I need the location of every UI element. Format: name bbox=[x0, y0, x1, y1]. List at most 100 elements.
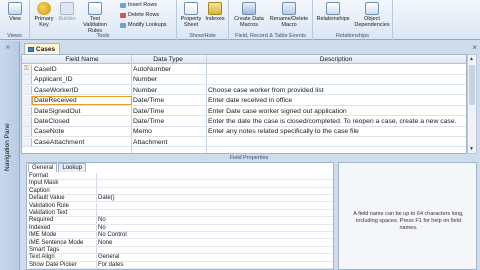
property-row[interactable]: Validation Rule bbox=[28, 202, 333, 210]
field-name-cell[interactable]: CaseWorkerID bbox=[34, 87, 130, 94]
description-cell[interactable]: Enter the date the case is closed/comple… bbox=[208, 118, 464, 125]
table-row[interactable]: DateReceived Date/Time Enter date received… bbox=[22, 96, 466, 106]
property-divider bbox=[96, 217, 97, 224]
description-cell[interactable]: Enter Date case worker signed out applic… bbox=[208, 108, 464, 115]
data-type-cell[interactable]: Attachment bbox=[133, 139, 203, 146]
data-type-cell[interactable]: Date/Time bbox=[133, 118, 203, 125]
table-row[interactable]: CaseAttachment Attachment bbox=[22, 137, 466, 148]
lookups-icon bbox=[120, 22, 126, 28]
indexes-button[interactable]: Indexes bbox=[204, 2, 226, 22]
description-cell[interactable]: Enter date received in office bbox=[208, 97, 464, 104]
property-value[interactable]: No bbox=[98, 217, 106, 223]
property-divider bbox=[96, 224, 97, 231]
view-button[interactable]: View bbox=[4, 2, 26, 22]
property-row[interactable]: Default Value Date() bbox=[28, 195, 333, 203]
ribbon: View Views Primary Key Builder Test Vali… bbox=[0, 0, 480, 40]
table-row[interactable]: ⚿ CaseID AutoNumber bbox=[22, 65, 466, 75]
property-row[interactable]: Show Date Picker For dates bbox=[28, 261, 333, 269]
property-name: Default Value bbox=[29, 195, 65, 202]
rename-macro-button[interactable]: Rename/Delete Macro bbox=[267, 2, 311, 28]
tab-cases[interactable]: Cases bbox=[24, 43, 61, 54]
field-name-cell[interactable]: DateReceived bbox=[34, 97, 130, 104]
create-macros-button[interactable]: Create Data Macros bbox=[231, 2, 267, 28]
property-row[interactable]: Required No bbox=[28, 217, 333, 225]
scroll-up-icon[interactable]: ▲ bbox=[469, 56, 474, 62]
field-name-header: Field Name bbox=[65, 56, 99, 63]
data-type-cell[interactable]: Memo bbox=[133, 128, 203, 135]
navigation-pane-label: Navigation Pane bbox=[4, 123, 11, 171]
row-selector[interactable] bbox=[22, 117, 32, 126]
close-icon[interactable]: × bbox=[472, 43, 477, 52]
table-row[interactable]: DateSignedOut Date/Time Enter Date case wo… bbox=[22, 106, 466, 117]
property-row[interactable]: Indexed No bbox=[28, 224, 333, 232]
builder-button[interactable]: Builder bbox=[57, 2, 77, 22]
row-selector[interactable] bbox=[22, 85, 32, 95]
property-row[interactable]: IME Mode No Control bbox=[28, 232, 333, 240]
navigation-pane[interactable]: » Navigation Pane bbox=[0, 41, 20, 270]
property-row[interactable]: Input Mask bbox=[28, 180, 333, 188]
delete-rows-button[interactable]: Delete Rows bbox=[120, 12, 159, 18]
property-divider bbox=[96, 261, 97, 268]
property-value[interactable]: General bbox=[98, 254, 119, 260]
dependencies-icon bbox=[365, 2, 379, 15]
property-row[interactable]: Text Align General bbox=[28, 254, 333, 262]
data-type-cell[interactable]: AutoNumber bbox=[133, 66, 203, 73]
table-row[interactable]: Applicant_ID Number bbox=[22, 75, 466, 85]
property-row[interactable]: Caption bbox=[28, 187, 333, 195]
key-icon bbox=[37, 2, 51, 15]
property-value[interactable]: For dates bbox=[98, 262, 123, 268]
row-selector[interactable] bbox=[22, 96, 32, 105]
property-name: IME Mode bbox=[29, 232, 57, 239]
row-selector[interactable] bbox=[22, 75, 32, 84]
data-type-cell[interactable]: Date/Time bbox=[133, 108, 203, 115]
data-type-cell[interactable]: Number bbox=[133, 76, 203, 83]
field-name-cell[interactable]: CaseNote bbox=[34, 128, 130, 135]
primary-key-button[interactable]: Primary Key bbox=[32, 2, 56, 28]
property-value[interactable]: No bbox=[98, 225, 106, 231]
row-selector[interactable] bbox=[22, 127, 32, 136]
test-validation-button[interactable]: Test Validation Rules bbox=[78, 2, 112, 34]
field-name-cell[interactable]: DateClosed bbox=[34, 118, 130, 125]
field-properties-panel: General Lookup Format Input Mask Caption De… bbox=[26, 162, 334, 270]
table-row[interactable]: CaseNote Memo Enter any notes related spec… bbox=[22, 127, 466, 137]
property-divider bbox=[96, 254, 97, 261]
tab-lookup[interactable]: Lookup bbox=[58, 163, 87, 172]
insert-rows-button[interactable]: Insert Rows bbox=[120, 2, 157, 8]
vertical-scrollbar[interactable]: ▲ ▼ bbox=[467, 54, 477, 154]
scroll-down-icon[interactable]: ▼ bbox=[469, 146, 474, 152]
property-value[interactable]: None bbox=[98, 240, 112, 246]
property-divider bbox=[96, 195, 97, 202]
property-sheet-button[interactable]: Property Sheet bbox=[179, 2, 203, 28]
data-type-cell[interactable]: Number bbox=[133, 87, 203, 94]
tab-general[interactable]: General bbox=[28, 163, 58, 172]
chevron-right-icon[interactable]: » bbox=[6, 44, 10, 51]
property-row[interactable]: Validation Text bbox=[28, 210, 333, 218]
table-row[interactable]: DateClosed Date/Time Enter the date the ca… bbox=[22, 117, 466, 127]
field-name-cell[interactable]: DateSignedOut bbox=[34, 108, 130, 115]
table-row[interactable]: CaseWorkerID Number Choose case worker fro… bbox=[22, 85, 466, 96]
help-panel: A field name can be up to 64 characters … bbox=[338, 162, 477, 270]
description-cell[interactable]: Choose case worker from provided list bbox=[208, 87, 464, 94]
property-row[interactable]: Format bbox=[28, 173, 333, 181]
rename-macro-icon bbox=[282, 2, 296, 15]
property-divider bbox=[96, 239, 97, 246]
field-name-cell[interactable]: Applicant_ID bbox=[34, 76, 130, 83]
property-value[interactable]: Date() bbox=[98, 195, 115, 201]
field-name-cell[interactable]: CaseAttachment bbox=[34, 139, 130, 146]
checklist-icon bbox=[88, 2, 102, 15]
description-cell[interactable]: Enter any notes related specifically to … bbox=[208, 128, 464, 135]
object-dependencies-button[interactable]: Object Dependencies bbox=[353, 2, 391, 28]
property-name: Indexed bbox=[29, 224, 51, 231]
modify-lookups-button[interactable]: Modify Lookups bbox=[120, 22, 167, 28]
property-name: Validation Rule bbox=[29, 202, 69, 209]
property-name: Input Mask bbox=[29, 180, 59, 187]
property-row[interactable]: IME Sentence Mode None bbox=[28, 239, 333, 247]
data-type-cell[interactable]: Date/Time bbox=[133, 97, 203, 104]
property-value[interactable]: No Control bbox=[98, 232, 127, 238]
row-selector[interactable] bbox=[22, 137, 32, 147]
scroll-thumb[interactable] bbox=[469, 65, 475, 105]
field-name-cell[interactable]: CaseID bbox=[34, 66, 130, 73]
row-selector[interactable] bbox=[22, 106, 32, 116]
relationships-button[interactable]: Relationships bbox=[315, 2, 351, 22]
property-row[interactable]: Smart Tags bbox=[28, 247, 333, 255]
